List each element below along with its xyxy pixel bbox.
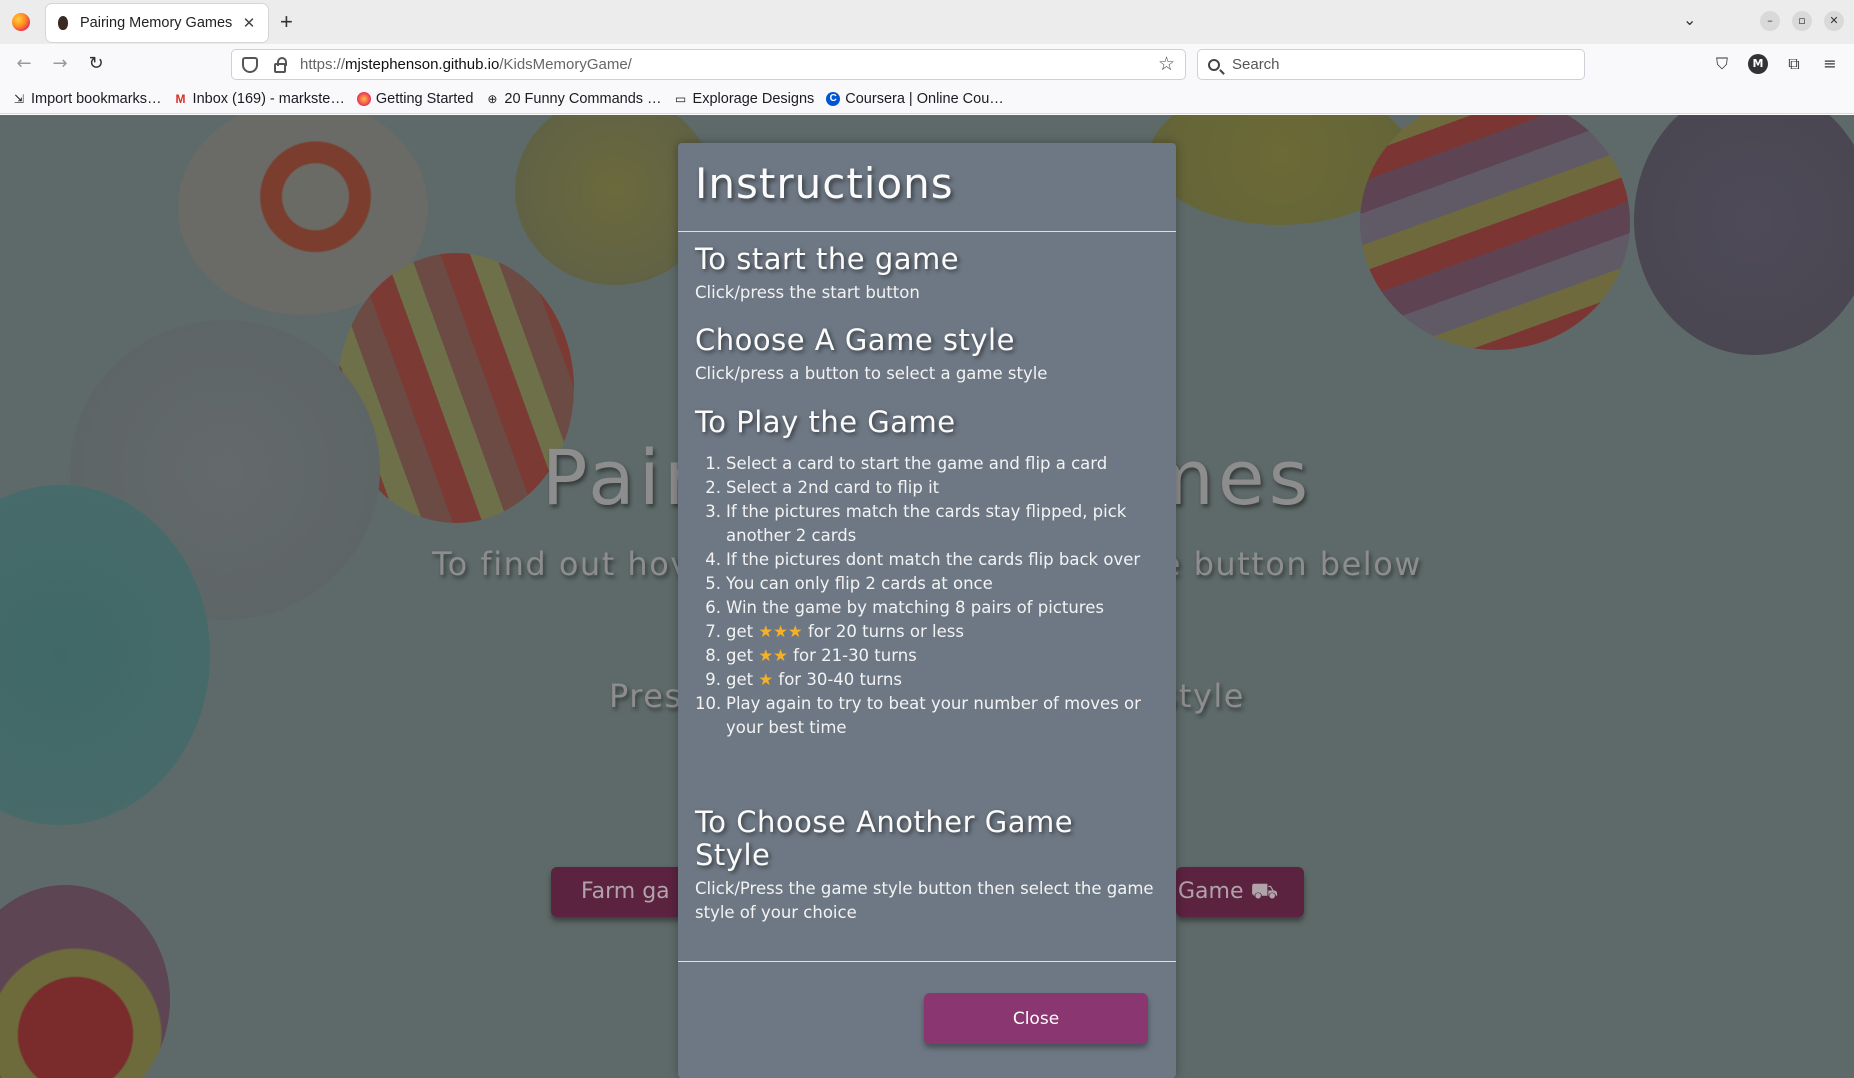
list-item: 2. Select a 2nd card to flip it — [705, 478, 940, 497]
tab-active[interactable]: Pairing Memory Games ✕ — [46, 4, 268, 42]
list-item: 8. get ★★ for 21-30 turns — [705, 646, 917, 665]
firefox-icon[interactable] — [12, 13, 30, 31]
search-input[interactable]: Search — [1197, 49, 1585, 80]
extensions-icon[interactable]: ⧉ — [1784, 54, 1804, 74]
modal-header-divider — [678, 231, 1176, 232]
list-item: 3. If the pictures match the cards stay f… — [705, 502, 1127, 545]
search-placeholder: Search — [1232, 56, 1280, 73]
felt-ball-decoration — [1360, 115, 1630, 350]
star-rating-icon: ★★★ — [758, 622, 803, 641]
car-icon: ⛟ — [1250, 879, 1279, 904]
tab-title: Pairing Memory Games — [80, 15, 233, 31]
list-item: 7. get ★★★ for 20 turns or less — [705, 622, 964, 641]
bookmarks-toolbar: ⇲ Import bookmarks… M Inbox (169) - markst… — [0, 85, 1854, 114]
felt-ball-decoration — [0, 885, 170, 1078]
url-text[interactable]: https://mjstephenson.github.io/KidsMemor… — [300, 56, 632, 73]
navigation-bar: ← → ↻ https://mjstephenson.github.io/Kid… — [0, 44, 1854, 85]
list-item: 9. get ★ for 30-40 turns — [705, 670, 902, 689]
modal-title: Instructions — [695, 159, 954, 208]
tab-close-icon[interactable]: ✕ — [240, 14, 258, 32]
tab-strip: Pairing Memory Games ✕ + ⌄ – ▫ ✕ — [0, 0, 1854, 44]
pocket-icon[interactable]: ⛉ — [1712, 54, 1732, 74]
close-button[interactable]: Close — [924, 993, 1148, 1044]
list-item: 6. Win the game by matching 8 pairs of pi… — [705, 598, 1104, 617]
list-item: 1. Select a card to start the game and fl… — [705, 454, 1108, 473]
bookmark-inbox[interactable]: M Inbox (169) - markste… — [174, 91, 345, 107]
import-icon: ⇲ — [13, 92, 25, 106]
felt-ball-decoration — [1634, 115, 1854, 355]
bookmark-import[interactable]: ⇲ Import bookmarks… — [12, 91, 162, 107]
star-rating-icon: ★★ — [758, 646, 788, 665]
instructions-modal: Instructions To start the game Click/pre… — [678, 143, 1176, 1078]
list-item: 10. Play again to try to beat your number… — [695, 694, 1141, 737]
site-favicon-icon — [56, 15, 70, 31]
play-heading: To Play the Game — [695, 405, 956, 439]
tracking-shield-icon[interactable] — [242, 56, 258, 73]
account-avatar[interactable]: M — [1748, 54, 1768, 74]
forward-arrow-icon[interactable]: → — [48, 53, 72, 74]
lock-icon[interactable] — [274, 56, 287, 73]
globe-icon: ⊕ — [487, 92, 498, 106]
list-item: 4. If the pictures dont match the cards f… — [705, 550, 1141, 569]
gmail-icon: M — [175, 92, 186, 106]
another-style-text: Click/Press the game style button then s… — [695, 879, 1154, 922]
play-steps-list: 1. Select a card to start the game and fl… — [695, 452, 1165, 740]
close-window-button[interactable]: ✕ — [1824, 11, 1844, 31]
star-rating-icon: ★ — [758, 670, 774, 689]
start-text: Click/press the start button — [695, 283, 920, 302]
back-arrow-icon[interactable]: ← — [12, 53, 36, 74]
modal-footer-divider — [678, 961, 1176, 962]
bookmark-coursera[interactable]: C Coursera | Online Cou… — [826, 91, 1004, 107]
menu-hamburger-icon[interactable]: ≡ — [1820, 54, 1840, 74]
bookmark-getting-started[interactable]: Getting Started — [356, 91, 473, 107]
vehicle-game-button[interactable]: Game ⛟ — [1176, 867, 1304, 917]
bookmark-funny-commands[interactable]: ⊕ 20 Funny Commands … — [485, 91, 661, 107]
reload-icon[interactable]: ↻ — [84, 53, 108, 74]
start-heading: To start the game — [695, 242, 960, 276]
folder-icon: ▭ — [674, 92, 687, 106]
list-item: 5. You can only flip 2 cards at once — [705, 574, 993, 593]
new-tab-button[interactable]: + — [280, 9, 293, 35]
firefox-icon — [356, 92, 371, 106]
bookmark-star-icon[interactable]: ☆ — [1158, 53, 1175, 75]
another-style-heading: To Choose Another Game Style — [695, 805, 1074, 872]
maximize-button[interactable]: ▫ — [1792, 11, 1812, 31]
search-icon — [1208, 58, 1220, 71]
style-text: Click/press a button to select a game st… — [695, 364, 1048, 383]
bookmark-explorage[interactable]: ▭ Explorage Designs — [674, 91, 814, 107]
style-heading: Choose A Game style — [695, 323, 1015, 357]
list-tabs-chevron-icon[interactable]: ⌄ — [1683, 10, 1696, 29]
address-bar[interactable]: https://mjstephenson.github.io/KidsMemor… — [231, 49, 1186, 80]
coursera-icon: C — [826, 92, 841, 106]
minimize-button[interactable]: – — [1760, 11, 1780, 31]
